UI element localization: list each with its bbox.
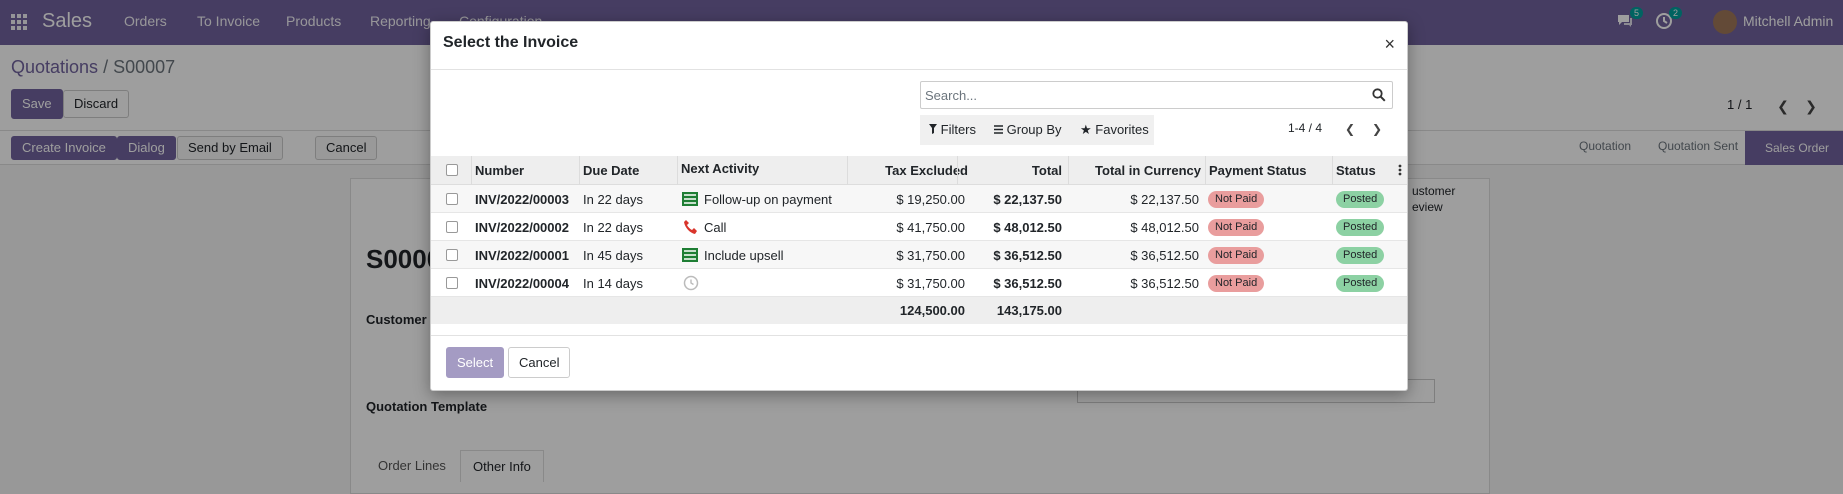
table-footer-totals: 124,500.00 143,175.00: [431, 297, 1407, 324]
dialog-pager-previous-icon[interactable]: ❮: [1341, 120, 1359, 138]
column-tax-excluded[interactable]: Tax Excluded: [885, 163, 968, 178]
cell-number: INV/2022/00003: [475, 192, 569, 207]
select-all-checkbox[interactable]: [446, 164, 458, 176]
cell-total-in-currency: $ 22,137.50: [1130, 192, 1199, 207]
dialog-header: Select the Invoice ×: [431, 22, 1407, 70]
cell-total-in-currency: $ 48,012.50: [1130, 220, 1199, 235]
search-box: [920, 81, 1393, 109]
dialog-pager-next-icon[interactable]: ❯: [1368, 120, 1386, 138]
clock-icon[interactable]: [683, 275, 699, 291]
star-icon: ★: [1080, 122, 1092, 137]
todo-icon[interactable]: [682, 191, 698, 207]
column-divider: [1068, 156, 1069, 185]
cell-total: $ 48,012.50: [993, 220, 1062, 235]
dialog-title: Select the Invoice: [443, 34, 579, 51]
select-invoice-dialog: Select the Invoice × Filters Group By ★ …: [430, 21, 1408, 391]
todo-icon[interactable]: [682, 247, 698, 263]
column-total-in-currency[interactable]: Total in Currency: [1095, 163, 1201, 178]
column-number[interactable]: Number: [475, 163, 524, 178]
column-divider: [847, 156, 848, 185]
column-divider: [471, 156, 472, 185]
column-divider: [677, 156, 678, 185]
favorites-label: Favorites: [1095, 122, 1149, 137]
filters-label: Filters: [940, 122, 977, 137]
status-badge: Posted: [1336, 191, 1385, 208]
status-badge: Posted: [1336, 275, 1385, 292]
column-divider: [579, 156, 580, 185]
column-due-date[interactable]: Due Date: [583, 163, 639, 178]
row-checkbox[interactable]: [446, 249, 458, 261]
row-checkbox[interactable]: [446, 277, 458, 289]
optional-columns-icon[interactable]: [1398, 164, 1402, 176]
search-input[interactable]: [925, 85, 1365, 105]
cell-number: INV/2022/00002: [475, 220, 569, 235]
cell-next-activity: Follow-up on payment: [704, 192, 832, 207]
cell-tax-excluded: $ 41,750.00: [896, 220, 965, 235]
cell-total: $ 36,512.50: [993, 276, 1062, 291]
table-row[interactable]: INV/2022/00001 In 45 days Include upsell…: [431, 241, 1407, 269]
cell-tax-excluded: $ 31,750.00: [896, 276, 965, 291]
favorites-button[interactable]: ★ Favorites: [1080, 122, 1149, 138]
payment-status-badge: Not Paid: [1208, 275, 1265, 292]
table-row[interactable]: INV/2022/00004 In 14 days $ 31,750.00 $ …: [431, 269, 1407, 297]
payment-status-badge: Not Paid: [1208, 219, 1265, 236]
total-amount: 143,175.00: [996, 303, 1062, 318]
status-badge: Posted: [1336, 219, 1385, 236]
table-row[interactable]: INV/2022/00003 In 22 days Follow-up on p…: [431, 185, 1407, 213]
cell-total: $ 22,137.50: [993, 192, 1062, 207]
cell-due-date: In 22 days: [583, 192, 643, 207]
search-options-bar: Filters Group By ★ Favorites: [920, 115, 1154, 145]
search-icon[interactable]: [1372, 88, 1386, 102]
cell-number: INV/2022/00001: [475, 248, 569, 263]
filter-icon: [929, 124, 937, 134]
column-divider: [1332, 156, 1333, 185]
status-badge: Posted: [1336, 247, 1385, 264]
group-by-label: Group By: [1006, 122, 1062, 137]
cell-due-date: In 45 days: [583, 248, 643, 263]
dialog-footer: Select Cancel: [431, 335, 1407, 391]
payment-status-badge: Not Paid: [1208, 191, 1265, 208]
table-header: Number Due Date Next Activity Tax Exclud…: [431, 156, 1407, 185]
group-by-button[interactable]: Group By: [994, 122, 1062, 137]
table-row[interactable]: INV/2022/00002 In 22 days Call $ 41,750.…: [431, 213, 1407, 241]
select-button[interactable]: Select: [446, 347, 505, 378]
cell-due-date: In 22 days: [583, 220, 643, 235]
cell-next-activity: Include upsell: [704, 248, 784, 263]
cell-number: INV/2022/00004: [475, 276, 569, 291]
cell-total: $ 36,512.50: [993, 248, 1062, 263]
column-divider: [957, 156, 958, 185]
row-checkbox[interactable]: [446, 193, 458, 205]
cell-tax-excluded: $ 31,750.00: [896, 248, 965, 263]
column-status[interactable]: Status: [1336, 163, 1376, 178]
total-tax-excluded: 124,500.00: [899, 303, 965, 318]
dialog-pager[interactable]: 1-4 / 4: [1288, 121, 1322, 135]
column-payment-status[interactable]: Payment Status: [1209, 163, 1307, 178]
payment-status-badge: Not Paid: [1208, 247, 1265, 264]
cell-total-in-currency: $ 36,512.50: [1130, 276, 1199, 291]
cell-total-in-currency: $ 36,512.50: [1130, 248, 1199, 263]
group-by-icon: [994, 125, 1003, 134]
column-total[interactable]: Total: [1032, 163, 1062, 178]
cell-due-date: In 14 days: [583, 276, 643, 291]
row-checkbox[interactable]: [446, 221, 458, 233]
column-next-activity[interactable]: Next Activity: [681, 161, 759, 176]
cell-next-activity: Call: [704, 220, 727, 235]
close-icon[interactable]: ×: [1384, 34, 1395, 55]
phone-icon[interactable]: [683, 219, 699, 235]
column-divider: [1205, 156, 1206, 185]
filters-button[interactable]: Filters: [929, 122, 976, 137]
cancel-button[interactable]: Cancel: [508, 347, 571, 378]
cell-tax-excluded: $ 19,250.00: [896, 192, 965, 207]
